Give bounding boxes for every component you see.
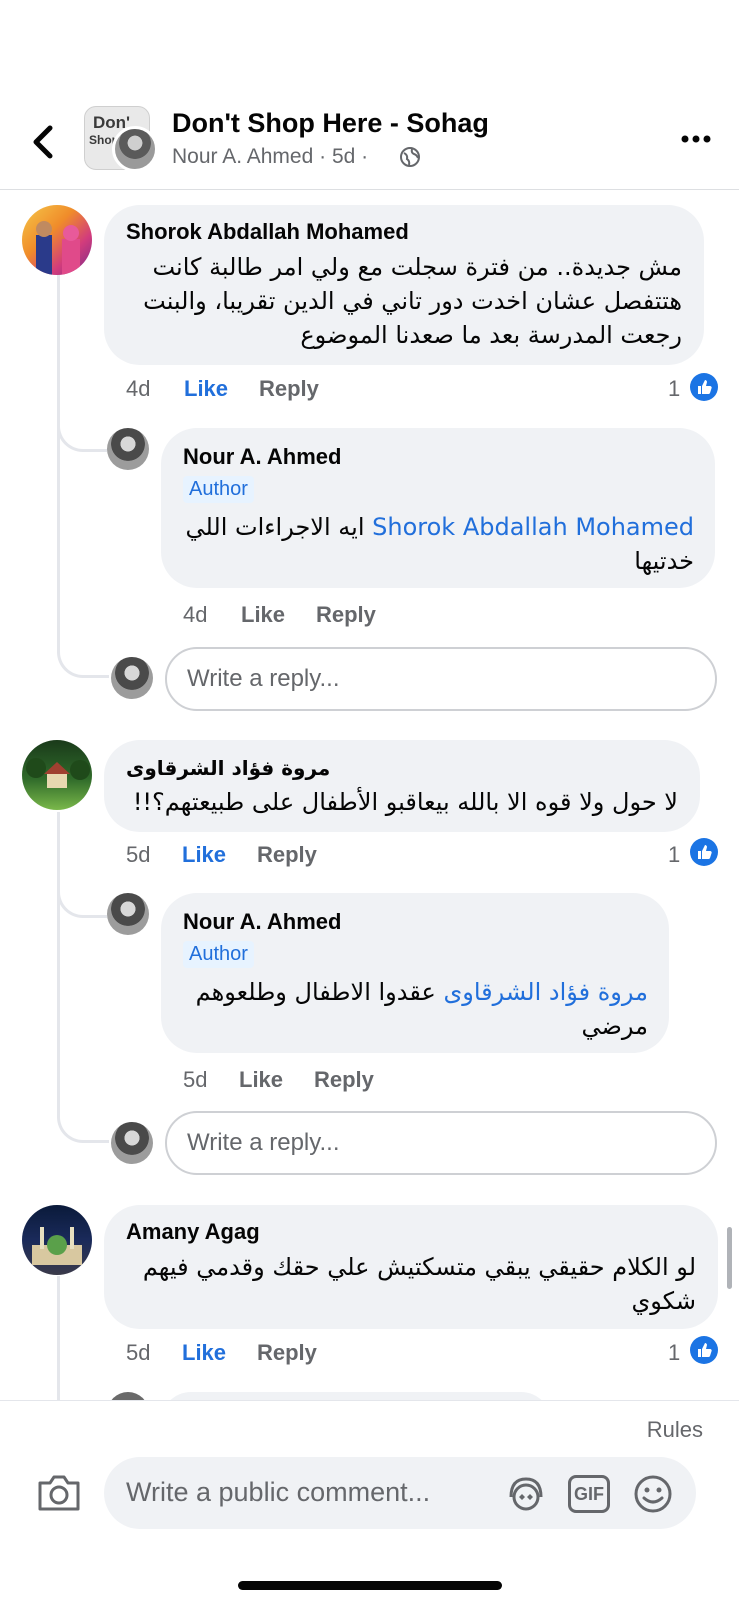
mention-link[interactable]: مروة فؤاد الشرقاوى — [443, 978, 648, 1006]
post-time: 5d — [331, 145, 356, 168]
reaction-count[interactable]: 1 — [668, 376, 680, 402]
more-icon[interactable] — [680, 130, 712, 148]
reply-author[interactable]: Nour A. Ahmed — [183, 444, 341, 470]
avatar[interactable] — [22, 1205, 92, 1275]
comment-author[interactable]: Shorok Abdallah Mohamed — [126, 219, 409, 245]
thread-line — [57, 812, 60, 1112]
thread-connector — [57, 414, 107, 452]
reply-button[interactable]: Reply — [316, 602, 376, 628]
like-button[interactable]: Like — [239, 1067, 283, 1093]
avatar[interactable] — [22, 205, 92, 275]
reply-text: مروة فؤاد الشرقاوى عقدوا الاطفال وطلعوهم… — [195, 978, 648, 1040]
post-header: Don' Shop Don't Shop Here - Sohag Nour A… — [0, 0, 739, 190]
avatar[interactable] — [107, 428, 149, 470]
reply-author[interactable]: Nour A. Ahmed — [183, 909, 341, 935]
comment-time: 5d — [126, 1340, 151, 1365]
thread-connector — [57, 1085, 109, 1143]
avatar — [111, 1122, 153, 1164]
group-name[interactable]: Don't Shop Here - Sohag — [172, 108, 489, 139]
poster-name[interactable]: Nour A. Ahmed — [172, 145, 313, 168]
comment-text: لا حول ولا قوه الا بالله بيعاقبو الأطفال… — [132, 788, 678, 816]
comment-author[interactable]: مروة فؤاد الشرقاوى — [126, 756, 330, 780]
like-button[interactable]: Like — [182, 842, 226, 868]
emoji-icon[interactable] — [632, 1473, 674, 1515]
home-indicator — [238, 1581, 502, 1590]
thread-connector — [57, 620, 109, 678]
avatar-photo — [26, 758, 90, 788]
rules-link[interactable]: Rules — [647, 1417, 703, 1443]
reply-button[interactable]: Reply — [314, 1067, 374, 1093]
author-badge: Author — [183, 941, 254, 968]
chevron-left-icon[interactable] — [28, 122, 58, 162]
reply-button[interactable]: Reply — [259, 376, 319, 402]
comment-author[interactable]: Amany Agag — [126, 1219, 260, 1245]
poster-avatar[interactable] — [112, 126, 158, 172]
like-button[interactable]: Like — [184, 376, 228, 402]
gif-icon[interactable]: GIF — [568, 1475, 610, 1513]
avatar — [111, 657, 153, 699]
thread-line — [57, 272, 60, 652]
author-badge: Author — [183, 476, 254, 503]
like-button[interactable]: Like — [182, 1340, 226, 1366]
scrollbar[interactable] — [727, 1227, 732, 1289]
like-reaction-icon — [690, 373, 718, 401]
like-reaction-icon — [690, 1336, 718, 1364]
reply-button[interactable]: Reply — [257, 842, 317, 868]
reply-input[interactable]: Write a reply... — [165, 647, 717, 711]
like-reaction-icon — [690, 838, 718, 866]
reply-button[interactable]: Reply — [257, 1340, 317, 1366]
reaction-count[interactable]: 1 — [668, 842, 680, 868]
reply-text: Shorok Abdallah Mohamed ايه الاجراءات ال… — [185, 513, 694, 575]
comment-time: 4d — [126, 376, 151, 401]
post-meta: Nour A. Ahmed · 5d · — [172, 145, 369, 168]
globe-icon — [400, 147, 420, 167]
avatar-photo — [32, 1227, 82, 1265]
comment-text: مش جديدة.. من فترة سجلت مع ولي امر طالبة… — [143, 253, 682, 349]
reply-time: 4d — [183, 602, 208, 627]
avatar-photo — [36, 221, 80, 275]
reply-input[interactable]: Write a reply... — [165, 1111, 717, 1175]
mention-link[interactable]: Shorok Abdallah Mohamed — [372, 513, 694, 541]
reply-time: 5d — [183, 1067, 208, 1092]
like-button[interactable]: Like — [241, 602, 285, 628]
comment-time: 5d — [126, 842, 151, 867]
avatar[interactable] — [107, 893, 149, 935]
avatar-sticker-icon[interactable] — [505, 1473, 547, 1515]
avatar[interactable] — [22, 740, 92, 810]
thread-line — [57, 1276, 60, 1400]
camera-icon[interactable] — [36, 1473, 82, 1513]
reaction-count[interactable]: 1 — [668, 1340, 680, 1366]
thread-connector — [57, 880, 107, 918]
comment-text: لو الكلام حقيقي يبقي متسكتيش علي حقك وقد… — [142, 1253, 696, 1315]
comment-composer-bar: Rules Write a public comment... GIF — [0, 1400, 739, 1600]
